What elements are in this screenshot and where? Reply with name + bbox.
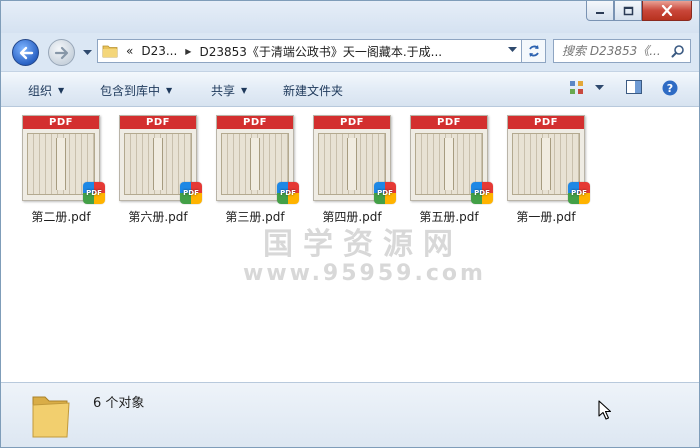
pdf-app-badge-icon: PDF — [374, 182, 396, 204]
folder-icon — [32, 396, 70, 438]
minimize-icon — [596, 11, 604, 14]
back-button[interactable] — [12, 39, 39, 66]
file-name: 第五册.pdf — [419, 210, 479, 224]
file-name: 第四册.pdf — [322, 210, 382, 224]
organize-label: 组织 — [28, 84, 53, 98]
include-in-library-menu[interactable]: 包含到库中 ▼ — [100, 82, 172, 99]
back-arrow-icon — [19, 46, 33, 59]
refresh-button[interactable] — [522, 39, 546, 63]
organize-menu[interactable]: 组织 ▼ — [28, 82, 64, 99]
address-bar[interactable]: « D23... ▶ D23853《于清端公政书》天一阁藏本.于成... — [97, 39, 522, 63]
command-bar: 组织 ▼ 包含到库中 ▼ 共享 ▼ 新建文件夹 ? — [1, 71, 699, 107]
change-view-button[interactable] — [569, 80, 604, 96]
mouse-cursor-icon — [598, 400, 612, 420]
pdf-thumbnail: PDF PDF — [410, 115, 493, 204]
organize-caret-icon: ▼ — [58, 86, 65, 95]
pdf-thumbnail: PDF PDF — [507, 115, 590, 204]
file-item[interactable]: PDF PDF 第二册.pdf — [19, 115, 105, 225]
breadcrumb-separator-icon[interactable]: ▶ — [185, 47, 191, 56]
file-name: 第二册.pdf — [31, 210, 91, 224]
recent-pages-dropdown[interactable] — [81, 47, 93, 59]
preview-pane-icon — [626, 80, 642, 94]
watermark-url: www.95959.com — [243, 261, 486, 286]
help-button[interactable]: ? — [662, 80, 678, 96]
file-item[interactable]: PDF PDF 第三册.pdf — [213, 115, 299, 225]
forward-arrow-icon — [54, 46, 68, 59]
svg-text:?: ? — [667, 82, 673, 95]
refresh-icon — [528, 45, 539, 57]
close-button[interactable] — [642, 1, 692, 21]
close-icon — [661, 5, 673, 16]
watermark-title: 国学资源网 — [263, 227, 463, 262]
pdf-banner: PDF — [23, 116, 99, 129]
pdf-thumbnail: PDF PDF — [216, 115, 299, 204]
address-history-dropdown-icon[interactable] — [508, 47, 517, 53]
pdf-banner: PDF — [411, 116, 487, 129]
new-folder-button[interactable]: 新建文件夹 — [283, 82, 343, 99]
pdf-app-badge-icon: PDF — [277, 182, 299, 204]
include-library-caret-icon: ▼ — [166, 86, 173, 95]
navigation-row: « D23... ▶ D23853《于清端公政书》天一阁藏本.于成... — [1, 33, 699, 71]
pdf-thumbnail: PDF PDF — [22, 115, 105, 204]
explorer-window: « D23... ▶ D23853《于清端公政书》天一阁藏本.于成... 组织 — [0, 0, 700, 448]
file-name: 第一册.pdf — [516, 210, 576, 224]
pdf-banner: PDF — [508, 116, 584, 129]
search-input[interactable] — [562, 44, 662, 58]
title-bar — [1, 1, 699, 33]
details-pane: 6 个对象 — [1, 382, 699, 447]
file-name: 第六册.pdf — [128, 210, 188, 224]
file-item[interactable]: PDF PDF 第一册.pdf — [504, 115, 590, 225]
folder-icon — [102, 45, 118, 58]
chevron-down-icon — [82, 50, 92, 55]
pdf-thumbnail: PDF PDF — [313, 115, 396, 204]
address-overflow-chevrons[interactable]: « — [126, 44, 133, 58]
pdf-thumbnail: PDF PDF — [119, 115, 202, 204]
pdf-banner: PDF — [314, 116, 390, 129]
search-box[interactable] — [553, 39, 691, 63]
item-count: 6 个对象 — [93, 396, 145, 411]
file-list-pane[interactable]: 国学资源网 www.95959.com PDF PDF 第二册.pdf PDF … — [1, 107, 699, 382]
share-caret-icon: ▼ — [241, 86, 248, 95]
pdf-app-badge-icon: PDF — [471, 182, 493, 204]
file-item[interactable]: PDF PDF 第四册.pdf — [310, 115, 396, 225]
view-options-icon — [570, 81, 583, 94]
pdf-banner: PDF — [120, 116, 196, 129]
include-library-label: 包含到库中 — [100, 84, 161, 98]
pdf-banner: PDF — [217, 116, 293, 129]
new-folder-label: 新建文件夹 — [283, 84, 344, 98]
watermark: 国学资源网 www.95959.com — [243, 219, 483, 286]
maximize-icon — [623, 6, 633, 15]
pdf-app-badge-icon: PDF — [180, 182, 202, 204]
share-menu[interactable]: 共享 ▼ — [211, 82, 247, 99]
help-icon: ? — [662, 80, 678, 96]
maximize-button[interactable] — [614, 1, 642, 21]
forward-button[interactable] — [48, 39, 75, 66]
address-segment-root[interactable]: D23... — [141, 44, 177, 58]
view-dropdown-icon[interactable] — [595, 85, 604, 91]
minimize-button[interactable] — [586, 1, 614, 21]
file-item[interactable]: PDF PDF 第六册.pdf — [116, 115, 202, 225]
address-segment-current[interactable]: D23853《于清端公政书》天一阁藏本.于成... — [199, 43, 442, 60]
pdf-app-badge-icon: PDF — [568, 182, 590, 204]
preview-pane-button[interactable] — [626, 80, 642, 95]
search-icon[interactable] — [671, 44, 685, 58]
pdf-app-badge-icon: PDF — [83, 182, 105, 204]
file-name: 第三册.pdf — [225, 210, 285, 224]
file-item[interactable]: PDF PDF 第五册.pdf — [407, 115, 493, 225]
share-label: 共享 — [211, 84, 236, 98]
